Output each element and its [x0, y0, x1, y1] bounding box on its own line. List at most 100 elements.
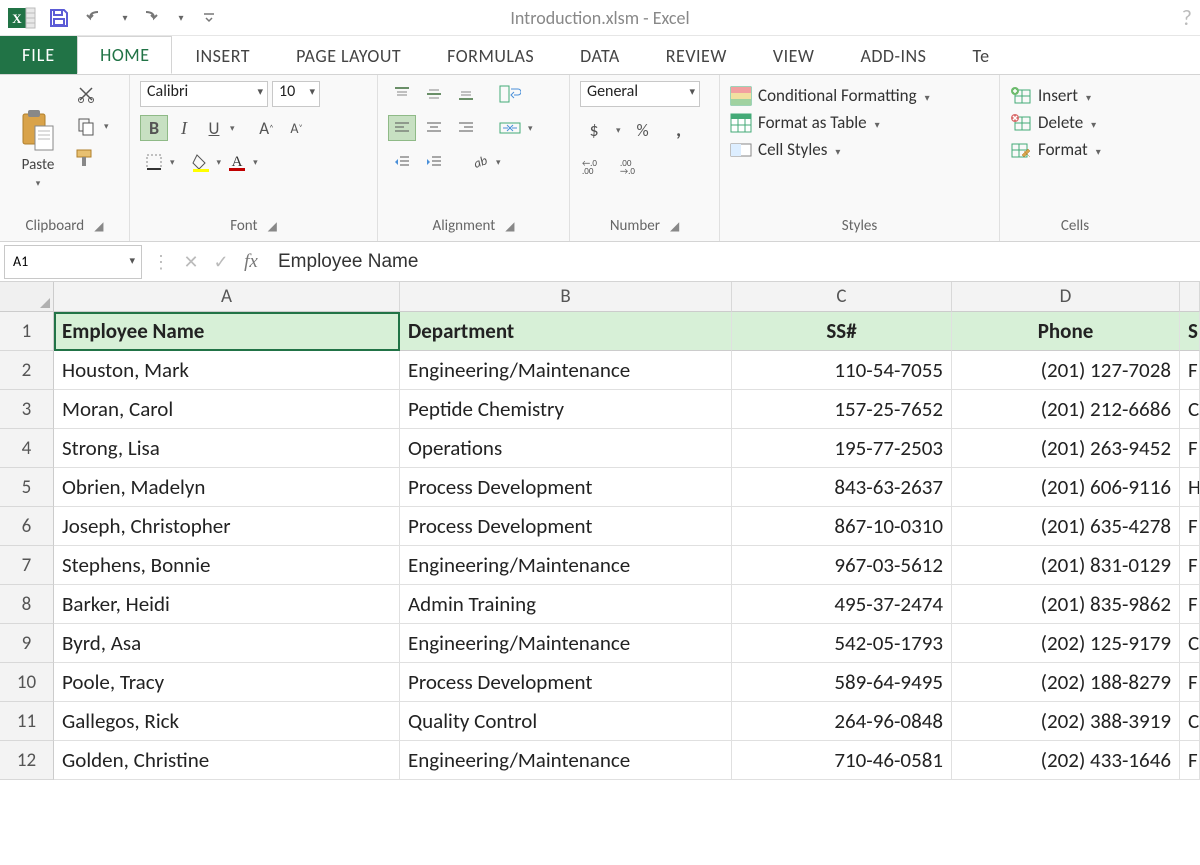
cell[interactable]: Quality Control — [400, 702, 732, 741]
cell[interactable]: 542-05-1793 — [732, 624, 952, 663]
cell[interactable]: 867-10-0310 — [732, 507, 952, 546]
tab-addins[interactable]: ADD-INS — [837, 36, 949, 74]
name-box[interactable]: A1 — [4, 245, 142, 279]
tab-page-layout[interactable]: PAGE LAYOUT — [273, 36, 424, 74]
cell[interactable]: Golden, Christine — [54, 741, 400, 780]
cell[interactable]: (202) 188-8279 — [952, 663, 1180, 702]
increase-decimal-button[interactable]: ←.0.00 — [580, 153, 608, 179]
percent-format-button[interactable]: % — [629, 117, 657, 143]
row-header[interactable]: 9 — [0, 624, 54, 663]
copy-button[interactable] — [72, 113, 100, 139]
cell-styles-button[interactable]: Cell Styles — [730, 139, 989, 160]
fill-color-dropdown[interactable]: ▾ — [217, 157, 222, 168]
orientation-button[interactable]: ab — [464, 149, 492, 175]
merge-dropdown[interactable]: ▾ — [528, 123, 533, 134]
cell[interactable]: C — [1180, 702, 1200, 741]
alignment-dialog-launcher[interactable]: ◢ — [505, 219, 514, 234]
cell[interactable]: Joseph, Christopher — [54, 507, 400, 546]
tab-view[interactable]: VIEW — [750, 36, 838, 74]
cell[interactable]: Department — [400, 312, 732, 351]
font-size-select[interactable]: 10 — [272, 81, 320, 107]
tab-data[interactable]: DATA — [557, 36, 643, 74]
cancel-formula-button[interactable]: ✕ — [176, 245, 206, 279]
cell[interactable]: Obrien, Madelyn — [54, 468, 400, 507]
column-header-B[interactable]: B — [400, 282, 732, 312]
number-format-select[interactable]: General — [580, 81, 700, 107]
enter-formula-button[interactable]: ✓ — [206, 245, 236, 279]
align-bottom-button[interactable] — [452, 81, 480, 107]
copy-dropdown[interactable]: ▾ — [104, 121, 109, 132]
font-color-button[interactable]: A — [223, 149, 251, 175]
cell[interactable]: 264-96-0848 — [732, 702, 952, 741]
column-header-E[interactable] — [1180, 282, 1200, 312]
align-left-button[interactable] — [388, 115, 416, 141]
increase-indent-button[interactable] — [420, 149, 448, 175]
cell[interactable]: C — [1180, 624, 1200, 663]
row-header[interactable]: 1 — [0, 312, 54, 351]
row-header[interactable]: 3 — [0, 390, 54, 429]
wrap-text-button[interactable] — [496, 81, 524, 107]
cell[interactable]: Process Development — [400, 663, 732, 702]
insert-function-button[interactable]: fx — [236, 245, 266, 279]
column-header-D[interactable]: D — [952, 282, 1180, 312]
cell[interactable]: F — [1180, 429, 1200, 468]
align-top-button[interactable] — [388, 81, 416, 107]
paste-button[interactable]: Paste ▾ — [10, 81, 66, 215]
row-header[interactable]: 5 — [0, 468, 54, 507]
column-header-C[interactable]: C — [732, 282, 952, 312]
cut-button[interactable] — [72, 81, 100, 107]
cell[interactable]: 843-63-2637 — [732, 468, 952, 507]
conditional-formatting-button[interactable]: Conditional Formatting — [730, 85, 989, 106]
tab-home[interactable]: HOME — [77, 36, 172, 74]
cell[interactable]: Byrd, Asa — [54, 624, 400, 663]
cell[interactable]: Poole, Tracy — [54, 663, 400, 702]
cell[interactable]: Peptide Chemistry — [400, 390, 732, 429]
format-cells-button[interactable]: Format — [1010, 139, 1140, 160]
merge-center-button[interactable] — [496, 115, 524, 141]
cell[interactable]: F — [1180, 507, 1200, 546]
borders-dropdown[interactable]: ▾ — [170, 157, 175, 168]
cell[interactable]: Moran, Carol — [54, 390, 400, 429]
row-header[interactable]: 10 — [0, 663, 54, 702]
undo-button[interactable] — [80, 3, 114, 33]
cell[interactable]: S — [1180, 312, 1200, 351]
cell[interactable]: Process Development — [400, 468, 732, 507]
cell[interactable]: Engineering/Maintenance — [400, 351, 732, 390]
decrease-indent-button[interactable] — [388, 149, 416, 175]
row-header[interactable]: 4 — [0, 429, 54, 468]
font-color-dropdown[interactable]: ▾ — [253, 157, 258, 168]
format-as-table-button[interactable]: Format as Table — [730, 112, 989, 133]
cell[interactable]: F — [1180, 663, 1200, 702]
borders-button[interactable] — [140, 149, 168, 175]
cell[interactable]: Operations — [400, 429, 732, 468]
redo-button[interactable] — [136, 3, 170, 33]
underline-dropdown[interactable]: ▾ — [230, 123, 235, 134]
cell[interactable]: (201) 263-9452 — [952, 429, 1180, 468]
cell[interactable]: (202) 388-3919 — [952, 702, 1180, 741]
increase-font-button[interactable]: A˄ — [253, 115, 281, 141]
cell[interactable]: Engineering/Maintenance — [400, 546, 732, 585]
align-center-button[interactable] — [420, 115, 448, 141]
cell[interactable]: F — [1180, 351, 1200, 390]
cell[interactable]: Phone — [952, 312, 1180, 351]
select-all-corner[interactable] — [0, 282, 54, 312]
customize-qat-button[interactable] — [192, 3, 226, 33]
cell[interactable]: SS# — [732, 312, 952, 351]
help-button[interactable]: ? — [1182, 4, 1192, 31]
cell[interactable]: Gallegos, Rick — [54, 702, 400, 741]
cell[interactable]: 495-37-2474 — [732, 585, 952, 624]
align-right-button[interactable] — [452, 115, 480, 141]
column-header-A[interactable]: A — [54, 282, 400, 312]
tab-file[interactable]: FILE — [0, 36, 77, 74]
cell[interactable]: Strong, Lisa — [54, 429, 400, 468]
insert-cells-button[interactable]: Insert — [1010, 85, 1140, 106]
cell[interactable]: Engineering/Maintenance — [400, 624, 732, 663]
cell[interactable]: F — [1180, 741, 1200, 780]
underline-button[interactable]: U — [200, 115, 228, 141]
cell[interactable]: (201) 635-4278 — [952, 507, 1180, 546]
fill-color-button[interactable] — [187, 149, 215, 175]
cell[interactable]: (201) 212-6686 — [952, 390, 1180, 429]
cell[interactable]: F — [1180, 585, 1200, 624]
bold-button[interactable]: B — [140, 115, 168, 141]
italic-button[interactable]: I — [170, 115, 198, 141]
